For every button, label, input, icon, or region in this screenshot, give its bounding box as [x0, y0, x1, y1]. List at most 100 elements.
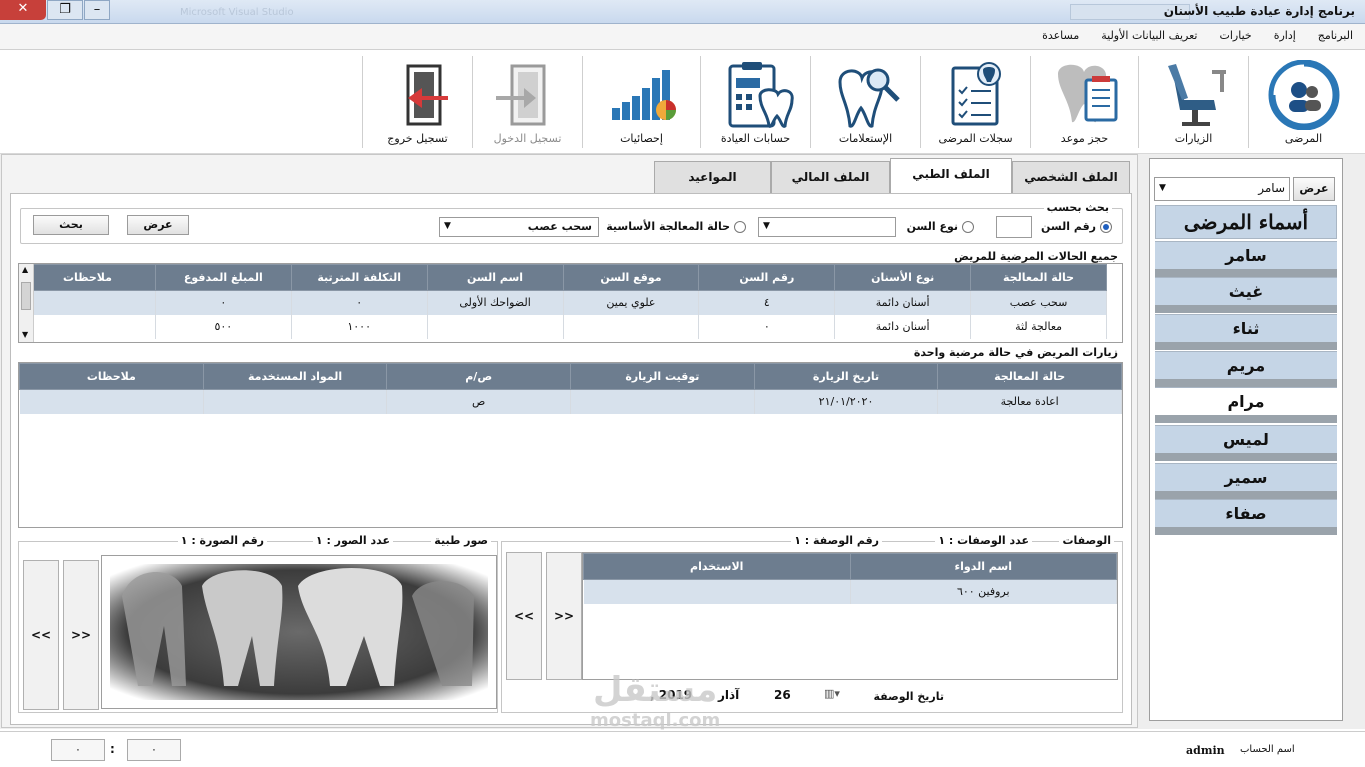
toolbar-appointment-button[interactable]: حجز موعد: [1030, 56, 1138, 148]
scroll-thumb[interactable]: [21, 282, 31, 310]
patient-item[interactable]: صفاء: [1155, 499, 1337, 527]
toolbar: المرضى الزيارات حجز موعد سجلات المرضى ال…: [0, 50, 1365, 154]
images-count: عدد الصور : ١: [312, 534, 393, 547]
search-group-legend: بحث بحسب: [1043, 201, 1112, 214]
divider: [1155, 527, 1337, 535]
medical-tab-page: بحث بحسب رقم السن نوع السن ▼ حالة المعال…: [10, 193, 1132, 725]
col-drug-name[interactable]: اسم الدواء: [849, 553, 1117, 580]
menu-help[interactable]: مساعدة: [1042, 29, 1079, 42]
cell: ١٠٠٠: [291, 314, 428, 339]
table-row[interactable]: بروفين ٦٠٠: [583, 579, 1117, 604]
toolbar-stats-label: إحصائيات: [620, 132, 663, 145]
toolbar-logout-button[interactable]: تسجيل خروج: [362, 56, 472, 148]
watermark-latin: mostaql.com: [590, 710, 721, 731]
radio-tooth-type[interactable]: [962, 221, 974, 233]
tooth-number-input[interactable]: [996, 216, 1032, 238]
table-row[interactable]: سحب عصب أسنان دائمة ٤ علوي يمين الضواحك …: [19, 290, 1107, 315]
status-bar: اسم الحساب admin ٠ : ٠: [0, 731, 1365, 767]
close-window-button[interactable]: ✕: [0, 0, 46, 20]
tooth-type-select[interactable]: ▼: [758, 217, 896, 237]
title-bar: ✕ ❐ – Microsoft Visual Studio برنامج إدا…: [0, 0, 1365, 24]
toolbar-inquiries-label: الإستعلامات: [838, 132, 893, 145]
treatment-status-select[interactable]: سحب عصب ▼: [439, 217, 599, 237]
tooth-magnifier-icon: [837, 68, 900, 128]
toolbar-login-button[interactable]: تسجيل الدخول: [472, 56, 582, 148]
col-tooth-number[interactable]: رقم السن: [698, 264, 836, 291]
cell: علوي يمين: [563, 290, 700, 315]
patient-item[interactable]: غيث: [1155, 277, 1337, 305]
divider: [1155, 415, 1337, 423]
col-usage[interactable]: الاستخدام: [583, 553, 851, 580]
cell: ٠: [698, 314, 836, 339]
patient-item[interactable]: سمير: [1155, 463, 1337, 491]
tab-medical[interactable]: الملف الطبي: [890, 158, 1012, 194]
dental-chair-icon: [1167, 64, 1226, 126]
image-prev-button[interactable]: <<: [23, 560, 59, 710]
toolbar-stats-button[interactable]: إحصائيات: [582, 56, 700, 148]
toolbar-accounts-button[interactable]: حسابات العيادة: [700, 56, 810, 148]
prescription-next-button[interactable]: >>: [546, 552, 582, 680]
tab-financial[interactable]: الملف المالي: [771, 161, 890, 193]
toolbar-inquiries-button[interactable]: الإستعلامات: [810, 56, 920, 148]
minimize-icon: –: [93, 2, 101, 17]
patient-item[interactable]: مريم: [1155, 351, 1337, 379]
show-button[interactable]: عرض: [127, 215, 189, 235]
cell: معالجة لثة: [970, 314, 1107, 339]
cell: ٠: [291, 290, 428, 315]
cell: ٠: [155, 290, 292, 315]
tab-personal[interactable]: الملف الشخصي: [1012, 161, 1130, 193]
col-paid[interactable]: المبلغ المدفوع: [154, 264, 292, 291]
toolbar-login-label: تسجيل الدخول: [493, 132, 562, 145]
patients-icon: [1268, 60, 1339, 130]
divider: [1155, 305, 1337, 313]
toolbar-patients-button[interactable]: المرضى: [1248, 56, 1358, 148]
col-notes[interactable]: ملاحظات: [19, 363, 204, 390]
col-tooth-location[interactable]: موقع السن: [562, 264, 700, 291]
radio-treatment-status[interactable]: [734, 221, 746, 233]
col-tooth-name[interactable]: اسم السن: [426, 264, 564, 291]
radio-tooth-number[interactable]: [1100, 221, 1112, 233]
account-value: admin: [1186, 744, 1225, 757]
patient-item[interactable]: ثناء: [1155, 314, 1337, 342]
calendar-dropdown-icon[interactable]: ▥▾: [824, 687, 840, 700]
patient-select[interactable]: سامر ▼: [1154, 177, 1290, 201]
patient-item[interactable]: لميس: [1155, 425, 1337, 453]
prescription-grid: اسم الدواء الاستخدام بروفين ٦٠٠: [582, 552, 1118, 680]
watermark-arabic: مستقل: [592, 670, 718, 710]
col-treatment-status[interactable]: حالة المعالجة: [970, 264, 1107, 291]
minimize-window-button[interactable]: –: [84, 0, 110, 20]
image-next-button[interactable]: >>: [63, 560, 99, 710]
col-notes[interactable]: ملاحظات: [19, 264, 156, 291]
col-am-pm[interactable]: ص/م: [386, 363, 572, 390]
visits-grid: حالة المعالجة تاريخ الزيارة توقيت الزيار…: [18, 362, 1123, 528]
maximize-window-button[interactable]: ❐: [47, 0, 83, 20]
cell: سحب عصب: [970, 290, 1107, 315]
cell: ٥٠٠: [155, 314, 292, 339]
col-cost[interactable]: التكلفة المترتبة: [290, 264, 428, 291]
tab-appointments[interactable]: المواعيد: [654, 161, 771, 193]
table-row[interactable]: اعادة معالجة ٢١/٠١/٢٠٢٠ ص: [19, 389, 1122, 414]
toolbar-records-button[interactable]: سجلات المرضى: [920, 56, 1030, 148]
accounts-icon: [728, 62, 794, 128]
menu-program[interactable]: البرنامج: [1318, 29, 1353, 42]
col-visit-time[interactable]: توقيت الزيارة: [570, 363, 755, 390]
col-materials[interactable]: المواد المستخدمة: [202, 363, 388, 390]
patient-item[interactable]: سامر: [1155, 241, 1337, 269]
menu-initial-data[interactable]: تعريف البيانات الأولية: [1101, 29, 1197, 42]
prescription-prev-button[interactable]: <<: [506, 552, 542, 680]
watermark: مستقل mostaql.com: [590, 670, 720, 731]
menu-management[interactable]: إدارة: [1274, 29, 1296, 42]
col-treatment-status[interactable]: حالة المعالجة: [937, 363, 1122, 390]
sidebar-show-button[interactable]: عرض: [1293, 177, 1335, 201]
cases-scrollbar[interactable]: ▲ ▼: [19, 264, 34, 342]
patient-item-selected[interactable]: مرام: [1155, 387, 1337, 415]
menu-options[interactable]: خيارات: [1220, 29, 1252, 42]
toolbar-visits-button[interactable]: الزيارات: [1138, 56, 1248, 148]
search-button[interactable]: بحث: [33, 215, 109, 235]
image-number: رقم الصورة : ١: [177, 534, 267, 547]
prescription-number: رقم الوصفة : ١: [791, 534, 882, 547]
table-row[interactable]: معالجة لثة أسنان دائمة ٠ ١٠٠٠ ٥٠٠: [19, 314, 1107, 339]
cases-group-legend: جميع الحالات المرضية للمريض: [951, 250, 1121, 263]
col-visit-date[interactable]: تاريخ الزيارة: [753, 363, 939, 390]
col-teeth-type[interactable]: نوع الأسنان: [834, 264, 972, 291]
